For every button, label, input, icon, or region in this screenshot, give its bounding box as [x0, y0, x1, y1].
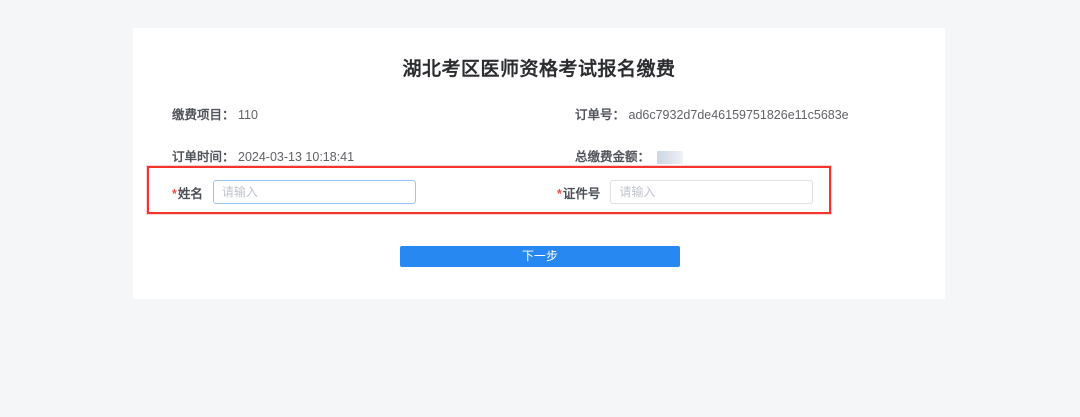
order-time-value: 2024-03-13 10:18:41: [238, 150, 354, 164]
id-label-text: 证件号: [563, 187, 601, 201]
order-number-value: ad6c7932d7de46159751826e11c5683e: [629, 108, 849, 122]
payment-item-label: 缴费项目：: [172, 108, 235, 122]
required-asterisk: *: [557, 187, 562, 201]
id-field-label: *证件号: [557, 183, 600, 202]
payment-card: 湖北考区医师资格考试报名缴费 缴费项目： 110 订单号： ad6c7932d7…: [133, 28, 945, 299]
name-field-group: *姓名: [172, 180, 416, 204]
page-title: 湖北考区医师资格考试报名缴费: [133, 54, 945, 81]
order-time-row: 订单时间： 2024-03-13 10:18:41: [172, 150, 354, 165]
order-number-row: 订单号： ad6c7932d7de46159751826e11c5683e: [575, 108, 849, 123]
payment-item-row: 缴费项目： 110: [172, 108, 258, 123]
required-asterisk: *: [172, 187, 177, 201]
total-amount-masked-value: [657, 151, 683, 164]
total-amount-label: 总缴费金额：: [575, 150, 650, 164]
name-input[interactable]: [213, 180, 416, 204]
id-field-group: *证件号: [557, 180, 813, 204]
next-step-button[interactable]: 下一步: [400, 246, 680, 267]
payment-item-value: 110: [238, 108, 258, 122]
order-number-label: 订单号：: [575, 108, 625, 122]
id-number-input[interactable]: [610, 180, 813, 204]
name-field-label: *姓名: [172, 183, 203, 202]
name-label-text: 姓名: [178, 187, 203, 201]
total-amount-row: 总缴费金额：: [575, 150, 683, 165]
order-time-label: 订单时间：: [172, 150, 235, 164]
